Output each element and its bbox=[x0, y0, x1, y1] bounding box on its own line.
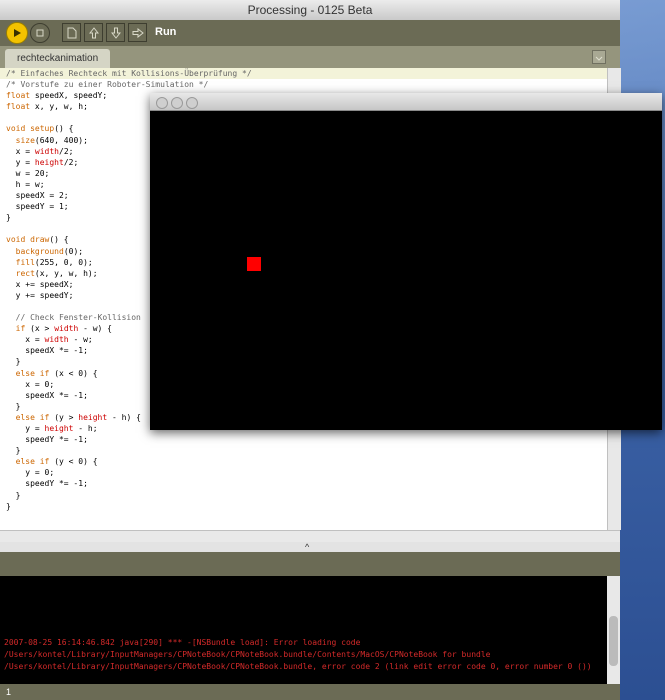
code-line: } bbox=[6, 446, 21, 456]
code-line: /* Einfaches Rechteck mit Kollisions-Übe… bbox=[0, 68, 607, 80]
code-line: } bbox=[6, 501, 11, 511]
window-title: Processing - 0125 Beta bbox=[247, 3, 373, 17]
code-line: /* Vorstufe zu einer Roboter-Simulation … bbox=[6, 80, 209, 90]
minimize-window-button[interactable] bbox=[171, 97, 183, 109]
console-scrollbar-thumb[interactable] bbox=[609, 616, 618, 666]
line-number: 1 bbox=[6, 687, 12, 697]
save-button[interactable] bbox=[106, 23, 125, 42]
console-line: 2007-08-25 16:14:46.842 java[290] *** -[… bbox=[4, 638, 361, 647]
stop-icon bbox=[36, 29, 44, 37]
code-line: y = 0; bbox=[6, 468, 55, 478]
open-button[interactable] bbox=[84, 23, 103, 42]
export-button[interactable] bbox=[128, 23, 147, 42]
editor-console-divider[interactable] bbox=[0, 542, 620, 552]
window-titlebar[interactable]: Processing - 0125 Beta bbox=[0, 0, 620, 21]
zoom-window-button[interactable] bbox=[186, 97, 198, 109]
sketch-canvas[interactable] bbox=[150, 111, 662, 430]
arrow-right-icon bbox=[132, 27, 144, 38]
sketch-window bbox=[150, 93, 662, 430]
arrow-up-icon bbox=[88, 26, 99, 38]
code-line: speedY *= -1; bbox=[6, 435, 88, 445]
run-label: Run bbox=[155, 26, 177, 38]
tab-menu-button[interactable] bbox=[592, 50, 606, 64]
console-output[interactable]: 2007-08-25 16:14:46.842 java[290] *** -[… bbox=[0, 576, 607, 684]
code-line: speedY *= -1; bbox=[6, 479, 88, 489]
tab-bar: rechteckanimation bbox=[0, 46, 620, 68]
animated-rectangle bbox=[247, 257, 261, 271]
code-line: } bbox=[6, 490, 21, 500]
new-button[interactable] bbox=[62, 23, 81, 42]
tab-menu-icon bbox=[595, 56, 603, 61]
play-icon bbox=[14, 29, 21, 37]
toolbar: Run bbox=[0, 20, 620, 46]
stop-button[interactable] bbox=[30, 23, 50, 43]
status-bar bbox=[0, 552, 620, 576]
run-button[interactable] bbox=[6, 22, 28, 44]
console-line: /Users/kontel/Library/InputManagers/CPNo… bbox=[4, 662, 592, 671]
sketch-titlebar[interactable] bbox=[150, 93, 662, 111]
divider-arrow-icon: ^ bbox=[305, 542, 310, 552]
new-file-icon bbox=[67, 27, 76, 38]
arrow-down-icon bbox=[110, 27, 121, 39]
close-window-button[interactable] bbox=[156, 97, 168, 109]
line-number-bar: 1 bbox=[0, 684, 620, 700]
tab-rechteckanimation[interactable]: rechteckanimation bbox=[5, 49, 111, 68]
console-line: /Users/kontel/Library/InputManagers/CPNo… bbox=[4, 650, 491, 659]
code-line: else if (y < 0) { bbox=[15, 457, 98, 467]
